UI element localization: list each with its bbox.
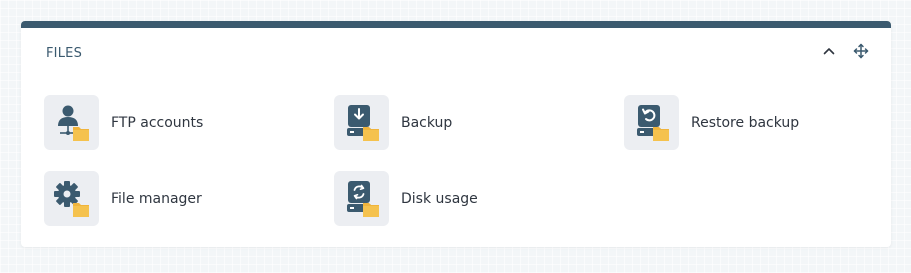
file-manager-tile[interactable]: File manager [44, 171, 202, 226]
chevron-up-icon [823, 48, 835, 55]
move-button[interactable] [851, 41, 871, 61]
backup-tile[interactable]: Backup [334, 95, 452, 150]
backup-drive-folder-icon [334, 95, 389, 150]
restore-drive-folder-icon [624, 95, 679, 150]
ftp-user-folder-icon [44, 95, 99, 150]
ftp-accounts-tile[interactable]: FTP accounts [44, 95, 203, 150]
move-arrows-icon [853, 43, 869, 59]
gear-folder-icon [44, 171, 99, 226]
files-panel: FILES FTP accounts Backup Restore backup… [21, 21, 891, 247]
disk-usage-folder-icon [334, 171, 389, 226]
panel-accent-bar [21, 21, 891, 28]
ftp-accounts-label: FTP accounts [111, 114, 204, 131]
disk-usage-tile[interactable]: Disk usage [334, 171, 478, 226]
restore-backup-label: Restore backup [691, 114, 800, 131]
disk-usage-label: Disk usage [401, 190, 478, 207]
file-manager-label: File manager [111, 190, 202, 207]
collapse-button[interactable] [819, 41, 839, 61]
panel-title: FILES [46, 46, 83, 61]
backup-label: Backup [401, 114, 453, 131]
restore-backup-tile[interactable]: Restore backup [624, 95, 799, 150]
